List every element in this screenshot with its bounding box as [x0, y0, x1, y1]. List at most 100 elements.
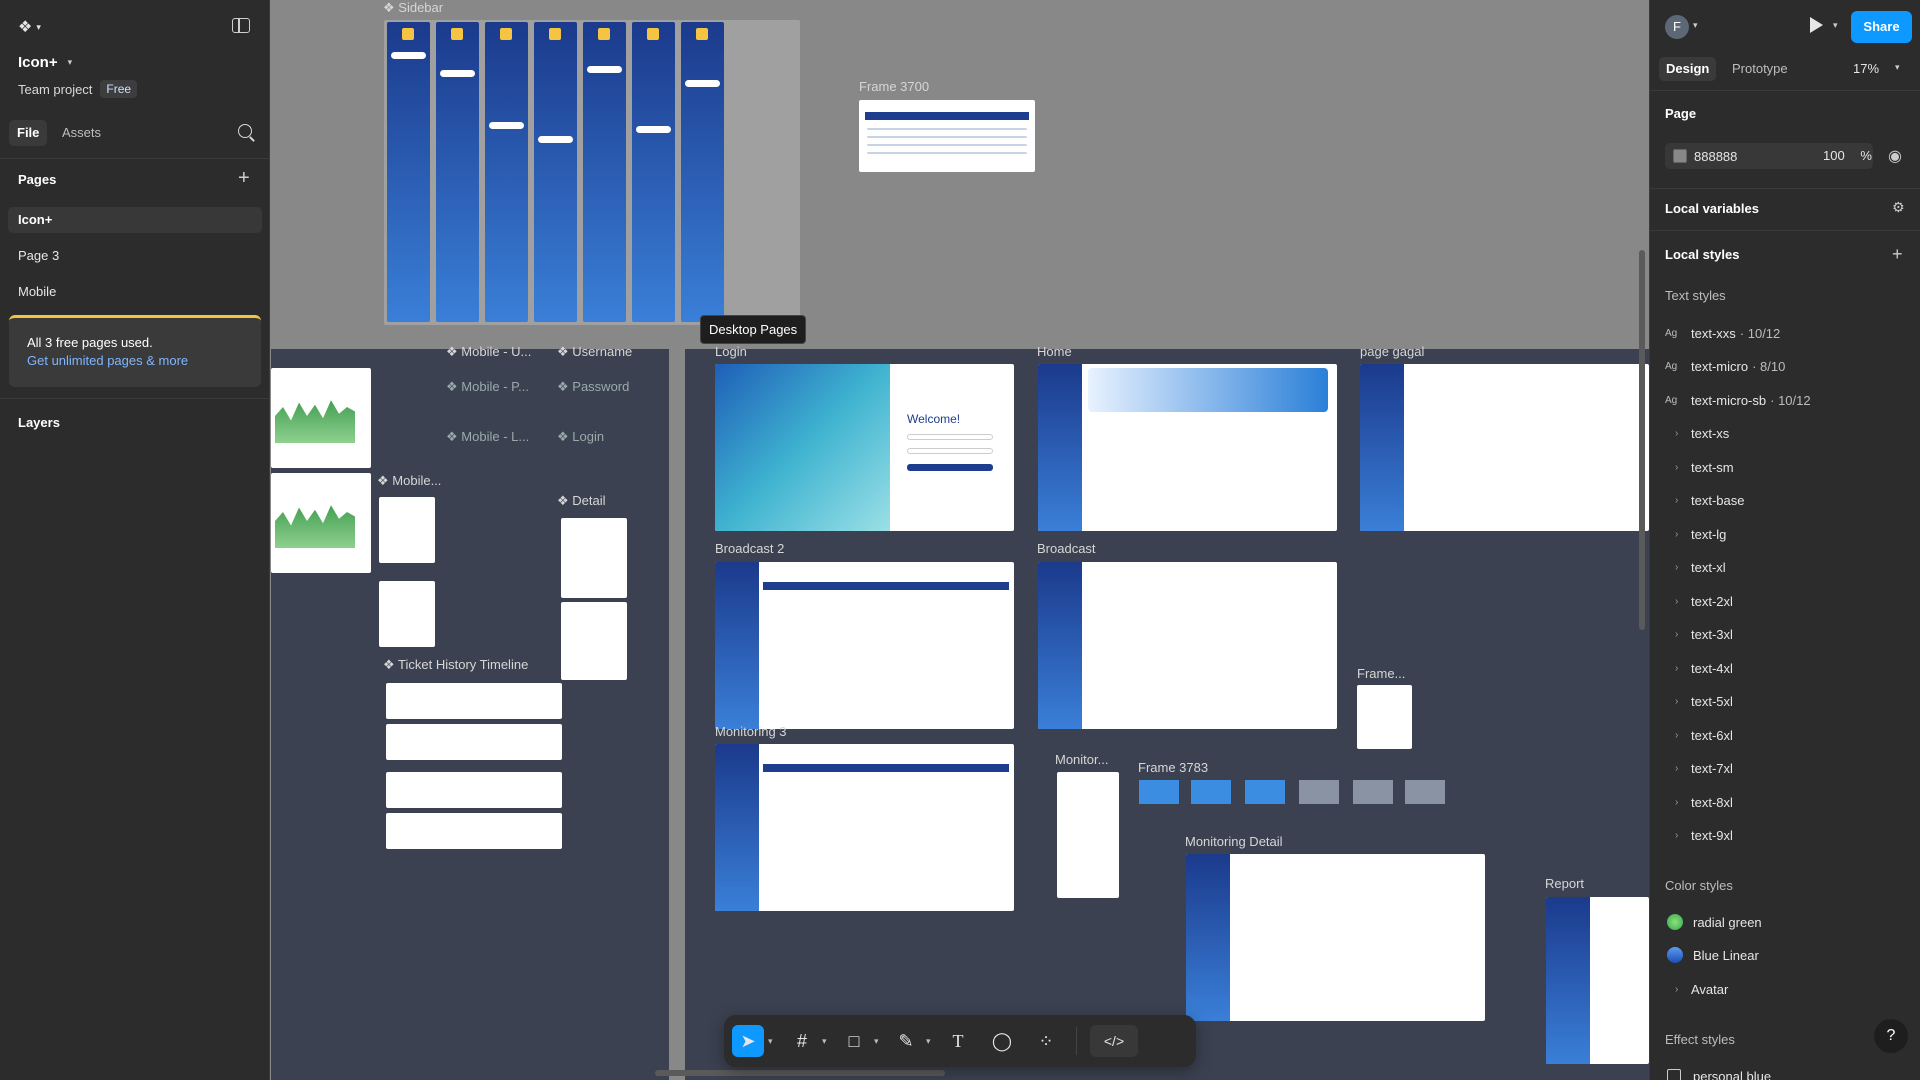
main-menu-button[interactable]: ❖ ▾ [18, 16, 52, 38]
ticket-timeline-frame[interactable] [386, 813, 562, 849]
text-style-row[interactable]: Ag text-xxs · 10/12 [1665, 322, 1905, 344]
chart-card-frame[interactable] [271, 473, 371, 573]
plan-badge[interactable]: Free [100, 80, 138, 98]
frame-3783[interactable] [1139, 780, 1471, 804]
panel-toggle-icon[interactable] [232, 18, 250, 33]
ticket-timeline-frame[interactable] [386, 683, 562, 719]
text-style-row[interactable]: Ag text-micro-sb · 10/12 [1665, 389, 1905, 411]
text-style-row[interactable]: › text-4xl [1665, 657, 1905, 679]
chevron-down-icon[interactable]: ▾ [926, 1036, 931, 1047]
page-item-mobile[interactable]: Mobile [8, 279, 262, 305]
chevron-down-icon[interactable]: ▾ [1833, 20, 1838, 31]
text-style-row[interactable]: › text-9xl [1665, 824, 1905, 846]
detail-frame[interactable] [561, 602, 627, 680]
color-style-row[interactable]: radial green [1665, 911, 1905, 933]
color-style-row[interactable]: Blue Linear [1665, 944, 1905, 966]
ticket-timeline-frame[interactable] [386, 772, 562, 808]
text-style-row[interactable]: › text-8xl [1665, 791, 1905, 813]
text-style-row[interactable]: Ag text-micro · 8/10 [1665, 355, 1905, 377]
text-tool-icon[interactable]: T [942, 1025, 974, 1057]
monitoring-detail-frame[interactable] [1186, 854, 1485, 1021]
tab-design[interactable]: Design [1659, 57, 1717, 81]
page-opacity-input[interactable]: 100 % [1813, 143, 1873, 169]
text-style-row[interactable]: › text-sm [1665, 456, 1905, 478]
variables-settings-icon[interactable]: ⚙ [1892, 199, 1905, 216]
login-frame[interactable]: Welcome! [715, 364, 1014, 531]
chevron-down-icon[interactable]: ▾ [822, 1036, 827, 1047]
broadcast-frame[interactable] [1038, 562, 1337, 729]
horizontal-scrollbar[interactable] [655, 1070, 945, 1076]
frame-label-sidebar[interactable]: ❖ Sidebar [383, 0, 443, 16]
frame-3700[interactable] [859, 100, 1035, 172]
frame-label-page-gagal[interactable]: page gagal [1360, 344, 1424, 359]
frame-label-mobile-l[interactable]: ❖ Mobile - L... [446, 429, 529, 445]
chevron-down-icon[interactable]: ▾ [1895, 62, 1900, 73]
monitoring3-frame[interactable] [715, 744, 1014, 911]
frame-label-3700[interactable]: Frame 3700 [859, 79, 929, 94]
upgrade-link[interactable]: Get unlimited pages & more [27, 352, 243, 370]
chevron-down-icon[interactable]: ▾ [874, 1036, 879, 1047]
frame-label-login[interactable]: Login [715, 344, 747, 359]
text-style-row[interactable]: › text-2xl [1665, 590, 1905, 612]
text-style-row[interactable]: › text-5xl [1665, 690, 1905, 712]
text-style-row[interactable]: › text-lg [1665, 523, 1905, 545]
color-swatch[interactable] [1673, 149, 1687, 163]
text-style-row[interactable]: › text-base [1665, 489, 1905, 511]
color-style-group[interactable]: › Avatar [1665, 978, 1905, 1000]
frame-label-monitor[interactable]: Monitor... [1055, 752, 1108, 767]
dev-mode-icon[interactable]: </> [1090, 1025, 1138, 1057]
chart-card-frame[interactable] [271, 368, 371, 468]
text-style-row[interactable]: › text-3xl [1665, 623, 1905, 645]
frame-label-report[interactable]: Report [1545, 876, 1584, 891]
frame-label-mobile-p[interactable]: ❖ Mobile - P... [446, 379, 529, 395]
frame-tool-icon[interactable]: # [786, 1025, 818, 1057]
text-style-row[interactable]: › text-6xl [1665, 724, 1905, 746]
help-button[interactable]: ? [1874, 1019, 1908, 1053]
page-gagal-frame[interactable] [1360, 364, 1649, 531]
actions-tool-icon[interactable]: ⁘ [1030, 1025, 1062, 1057]
local-variables-title[interactable]: Local variables [1665, 201, 1759, 216]
zoom-level[interactable]: 17% [1853, 61, 1879, 76]
frame-label-username[interactable]: ❖ Username [557, 344, 632, 360]
add-style-icon[interactable]: + [1892, 244, 1903, 265]
broadcast2-frame[interactable] [715, 562, 1014, 729]
detail-frame[interactable] [561, 518, 627, 598]
frame-label-frame-dots[interactable]: Frame... [1357, 666, 1405, 681]
comment-tool-icon[interactable]: ◯ [986, 1025, 1018, 1057]
frame-label-home[interactable]: Home [1037, 344, 1072, 359]
chevron-down-icon[interactable]: ▾ [768, 1036, 773, 1047]
chevron-down-icon[interactable]: ▾ [1693, 20, 1698, 31]
canvas[interactable]: ❖ Sidebar Frame 3700 Desktop Pages ❖ Mob… [271, 0, 1649, 1080]
eye-icon[interactable]: ◉ [1888, 146, 1902, 166]
share-button[interactable]: Share [1851, 11, 1912, 43]
page-item-page-3[interactable]: Page 3 [8, 243, 262, 269]
frame-label-3783[interactable]: Frame 3783 [1138, 760, 1208, 775]
report-frame[interactable] [1546, 897, 1649, 1064]
frame-label-monitoring3[interactable]: Monitoring 3 [715, 724, 787, 739]
sidebar-frame[interactable] [384, 20, 800, 325]
avatar[interactable]: F [1665, 15, 1689, 39]
tab-file[interactable]: File [9, 120, 48, 146]
add-page-icon[interactable]: + [238, 168, 250, 188]
frame-label-detail[interactable]: ❖ Detail [557, 493, 606, 509]
move-tool-icon[interactable]: ➤ [732, 1025, 764, 1057]
frame-label-ticket-history[interactable]: ❖ Ticket History Timeline [383, 657, 528, 673]
present-play-icon[interactable] [1810, 17, 1823, 33]
frame-label-mobile[interactable]: ❖ Mobile... [377, 473, 441, 489]
monitor-frame[interactable] [1057, 772, 1119, 898]
ticket-timeline-frame[interactable] [386, 724, 562, 760]
home-frame[interactable] [1038, 364, 1337, 531]
mobile-frame[interactable] [379, 497, 435, 563]
text-style-row[interactable]: › text-xl [1665, 556, 1905, 578]
frame-small[interactable] [1357, 685, 1412, 749]
mobile-frame[interactable] [379, 581, 435, 647]
frame-label-password[interactable]: ❖ Password [557, 379, 629, 395]
search-icon[interactable] [238, 124, 252, 138]
frame-label-mobile-u[interactable]: ❖ Mobile - U... [446, 344, 531, 360]
frame-label-broadcast2[interactable]: Broadcast 2 [715, 541, 784, 556]
frame-label-monitoring-detail[interactable]: Monitoring Detail [1185, 834, 1283, 849]
rectangle-tool-icon[interactable]: □ [838, 1025, 870, 1057]
text-style-row[interactable]: › text-xs [1665, 422, 1905, 444]
effect-style-row[interactable]: personal blue [1665, 1065, 1905, 1080]
page-item-icon-plus[interactable]: Icon+ [8, 207, 262, 233]
